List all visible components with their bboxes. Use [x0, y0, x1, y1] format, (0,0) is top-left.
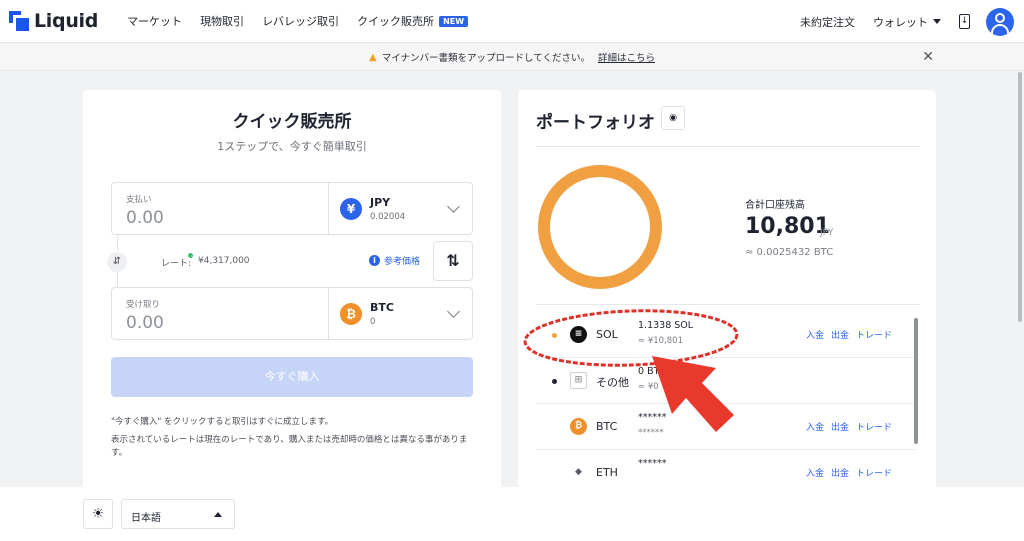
trade-link[interactable]: トレード [856, 466, 892, 479]
rate-disclaimer: 表示されているレートは現在のレートであり、購入または売却時の価格とは異なる事があ… [111, 435, 468, 458]
list-item[interactable]: ≡ SOL 1.1338 SOL ≈ ¥10,801 入金 出金 トレード [536, 312, 916, 358]
caret-down-icon [933, 19, 941, 24]
asset-jpy-value: ≈ ¥10,801 [638, 336, 683, 346]
portfolio-scrollbar[interactable] [914, 318, 918, 444]
list-item[interactable]: ⊞ その他 0 BTC ≈ ¥0 [536, 358, 916, 404]
withdraw-link[interactable]: 出金 [831, 420, 849, 433]
bitcoin-icon: ₿ [340, 303, 362, 325]
header-right: 未約定注文 ウォレット [800, 0, 1014, 43]
nav-item-quick-exchange-label: クイック販売所 [357, 15, 435, 28]
receive-label: 受け取り [126, 300, 161, 310]
notice-text: マイナンバー書類をアップロードしてください。 [381, 53, 590, 64]
receive-field[interactable]: 受け取り 0.00 ₿ BTC 0 [111, 287, 473, 340]
wallet-label: ウォレット [873, 15, 928, 29]
asset-amount: ****** [638, 412, 667, 423]
pay-currency: JPY [370, 196, 391, 209]
pay-amount-input[interactable]: 0.00 [126, 208, 164, 228]
quick-exchange-title: クイック販売所 [232, 112, 352, 132]
close-icon[interactable]: ✕ [922, 49, 934, 65]
notice-bar: ▲ マイナンバー書類をアップロードしてください。 詳細はこちら ✕ [0, 44, 1024, 71]
asset-name: BTC [596, 420, 618, 433]
footer: ☀ 日本語 [0, 487, 1024, 541]
info-icon: i [369, 255, 380, 266]
page-scrollbar[interactable] [1018, 72, 1022, 322]
notice-details-link[interactable]: 詳細はこちら [598, 50, 655, 64]
total-balance-label: 合計口座残高 [745, 200, 805, 211]
list-item[interactable]: ◆ ETH ****** 入金 出金 トレード [536, 450, 916, 490]
asset-amount: ****** [638, 458, 667, 469]
ethereum-icon: ◆ [575, 467, 582, 477]
buy-now-button[interactable]: 今すぐ購入 [111, 357, 473, 397]
liquid-logo[interactable]: Liquid [9, 10, 98, 32]
asset-amount: 1.1338 SOL [638, 320, 694, 331]
rate-value: ¥4,317,000 [198, 256, 250, 266]
reference-price-link[interactable]: i 参考価格 [369, 254, 420, 267]
receive-amount-input[interactable]: 0.00 [126, 313, 164, 333]
buy-note: "今すぐ購入" をクリックすると取引はすぐに成立します。 [111, 417, 334, 427]
sun-icon[interactable]: ☀ [83, 499, 113, 529]
main-nav: マーケット 現物取引 レバレッジ取引 クイック販売所 NEW [127, 13, 486, 29]
open-orders-link[interactable]: 未約定注文 [800, 14, 855, 30]
wallet-menu[interactable]: ウォレット [873, 14, 941, 30]
rate-label: レート: [161, 259, 192, 269]
asset-name: その他 [596, 376, 629, 389]
deposit-link[interactable]: 入金 [806, 328, 824, 341]
list-item[interactable]: ₿ BTC ****** ****** 入金 出金 トレード [536, 404, 916, 450]
brand-name: Liquid [34, 10, 99, 32]
trade-link[interactable]: トレード [856, 420, 892, 433]
reference-price-label: 参考価格 [384, 257, 421, 267]
user-avatar[interactable] [986, 7, 1014, 36]
deposit-link[interactable]: 入金 [806, 466, 824, 479]
chevron-down-icon[interactable] [447, 305, 460, 318]
series-dot [552, 379, 557, 384]
top-header: Liquid マーケット 現物取引 レバレッジ取引 クイック販売所 NEW 未約… [0, 0, 1024, 43]
caret-up-icon [214, 512, 222, 517]
language-label: 日本語 [131, 513, 161, 524]
mobile-app-icon[interactable] [959, 14, 970, 29]
nav-item-quick-exchange[interactable]: クイック販売所 NEW [357, 13, 469, 29]
language-select[interactable]: 日本語 [121, 499, 235, 529]
pay-label: 支払い [126, 195, 152, 205]
series-dot [552, 333, 557, 338]
nav-item-leverage[interactable]: レバレッジ取引 [262, 13, 339, 29]
rate-live-dot [188, 253, 193, 258]
nav-item-spot[interactable]: 現物取引 [200, 13, 244, 29]
asset-name: ETH [596, 466, 618, 479]
portfolio-card: ポートフォリオ ◉ 合計口座残高 10,801 JPY ≈ 0.0025432 … [518, 90, 936, 490]
asset-amount: 0 BTC [638, 366, 666, 377]
liquid-logo-icon [9, 11, 29, 31]
asset-name: SOL [596, 328, 618, 341]
quick-exchange-subtitle: 1ステップで、今すぐ簡単取引 [217, 140, 367, 153]
withdraw-link[interactable]: 出金 [831, 466, 849, 479]
solana-icon: ≡ [570, 326, 587, 343]
rate-swap-icon: ⇵ [107, 252, 127, 272]
total-balance-currency: JPY [820, 228, 834, 238]
withdraw-link[interactable]: 出金 [831, 328, 849, 341]
asset-jpy-value: ****** [638, 428, 664, 438]
pay-currency-balance: 0.02004 [370, 212, 406, 222]
quick-exchange-card: クイック販売所 1ステップで、今すぐ簡単取引 支払い 0.00 ¥ JPY 0.… [83, 90, 501, 490]
portfolio-donut-chart [538, 165, 662, 289]
portfolio-title: ポートフォリオ [536, 113, 655, 133]
deposit-link[interactable]: 入金 [806, 420, 824, 433]
receive-currency-balance: 0 [370, 317, 376, 327]
grid-icon: ⊞ [570, 372, 587, 389]
warning-icon: ▲ [369, 51, 377, 63]
pay-field[interactable]: 支払い 0.00 ¥ JPY 0.02004 [111, 182, 473, 235]
total-balance-btc: ≈ 0.0025432 BTC [745, 247, 834, 258]
trade-link[interactable]: トレード [856, 328, 892, 341]
yen-icon: ¥ [340, 198, 362, 220]
new-badge: NEW [439, 15, 469, 27]
bitcoin-icon: ₿ [570, 418, 587, 435]
receive-currency: BTC [370, 301, 394, 314]
nav-item-market[interactable]: マーケット [127, 13, 182, 29]
swap-direction-button[interactable]: ⇅ [433, 241, 473, 281]
asset-jpy-value: ≈ ¥0 [638, 382, 659, 392]
eye-icon[interactable]: ◉ [661, 106, 685, 130]
chevron-down-icon[interactable] [447, 200, 460, 213]
total-balance-amount: 10,801 [745, 214, 830, 239]
